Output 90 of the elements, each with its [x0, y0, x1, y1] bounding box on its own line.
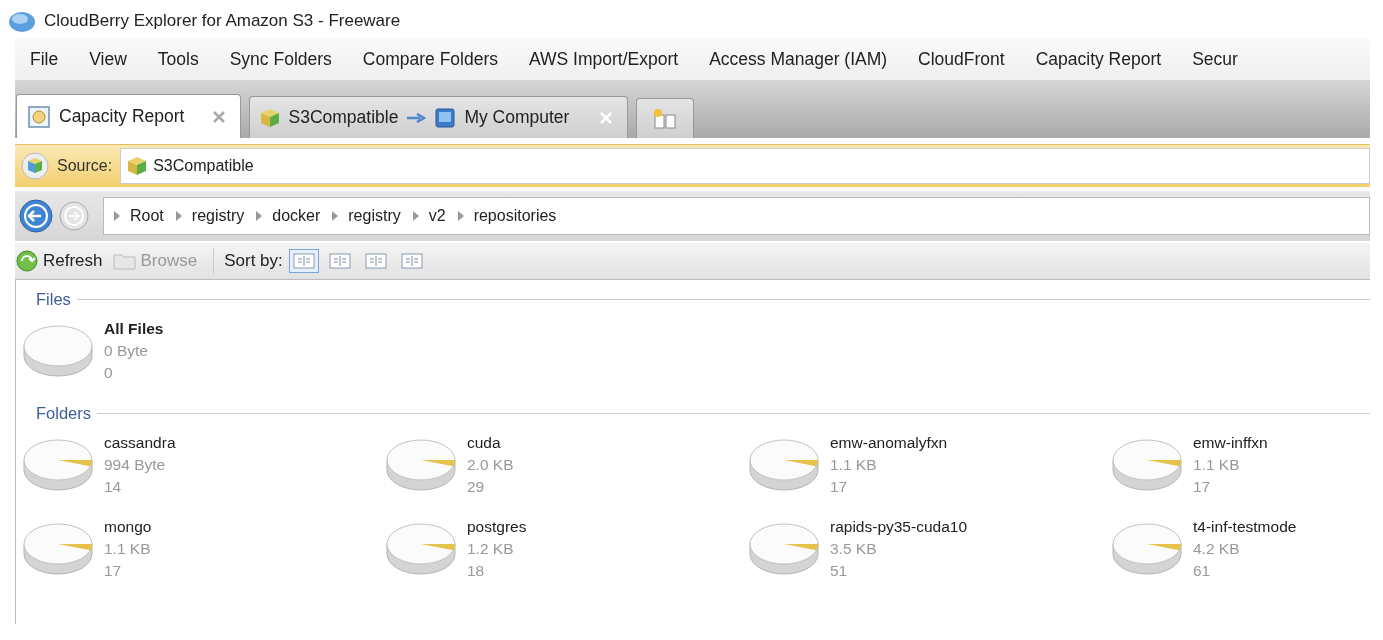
close-icon: [599, 110, 614, 125]
window-title: CloudBerry Explorer for Amazon S3 - Freeware: [44, 11, 401, 31]
triangle-right-icon[interactable]: [457, 211, 464, 221]
breadcrumb-item[interactable]: repositories: [469, 207, 563, 225]
item-size: 994 Byte: [104, 455, 167, 475]
item-size: 3.5 KB: [830, 539, 878, 559]
breadcrumb-item[interactable]: docker: [268, 207, 327, 225]
breadcrumb-item[interactable]: Root: [126, 207, 170, 225]
item-count: 0: [104, 363, 114, 383]
item-size: 2.0 KB: [467, 455, 514, 475]
menu-item[interactable]: Access Manager (IAM): [693, 48, 903, 70]
item-count: 17: [830, 477, 849, 497]
item-size: 4.2 KB: [1193, 539, 1241, 559]
menu-item[interactable]: File: [15, 48, 74, 70]
item-count: 17: [104, 561, 123, 581]
pie-chart-icon: [748, 522, 820, 576]
tab[interactable]: S3Compatible My Computer: [249, 96, 629, 138]
menu-item[interactable]: Secur: [1176, 48, 1253, 70]
item-size: 1.1 KB: [104, 539, 152, 559]
item-name: mongo: [104, 517, 152, 537]
new-tab-icon[interactable]: [652, 107, 679, 130]
item-name: emw-anomalyfxn: [830, 433, 948, 453]
sort-button[interactable]: [288, 249, 319, 273]
sort-icon: [400, 252, 423, 270]
item-count: 51: [830, 561, 849, 581]
tab-label: Capacity Report: [59, 106, 185, 127]
pie-chart-icon: [22, 438, 94, 492]
report-icon: [27, 104, 51, 129]
item-size: 1.1 KB: [830, 455, 878, 475]
sort-icon: [364, 252, 387, 270]
item-count: 17: [1193, 477, 1212, 497]
menu-item[interactable]: AWS Import/Export: [513, 48, 694, 70]
menu-item[interactable]: Sync Folders: [213, 48, 347, 70]
tab[interactable]: Capacity Report: [16, 94, 242, 138]
computer-icon: [434, 106, 457, 129]
menu-item[interactable]: Capacity Report: [1019, 48, 1177, 70]
refresh-button[interactable]: Refresh: [15, 249, 109, 273]
refresh-icon: [15, 249, 39, 273]
pie-chart-icon: [22, 324, 94, 378]
item-name: t4-inf-testmode: [1193, 517, 1297, 537]
tab-label: S3Compatible: [288, 107, 399, 128]
breadcrumb-item[interactable]: v2: [424, 207, 452, 225]
section-heading: Files: [36, 289, 71, 309]
triangle-right-icon[interactable]: [256, 211, 263, 221]
item-size: 1.1 KB: [1193, 455, 1241, 475]
pie-chart-icon: [22, 522, 94, 576]
item-name: postgres: [467, 517, 527, 537]
menu-item[interactable]: Tools: [141, 48, 214, 70]
menu-item[interactable]: View: [73, 48, 142, 70]
cloud-icon: [8, 9, 36, 33]
close-icon: [212, 109, 227, 124]
item-size: 0 Byte: [104, 341, 149, 361]
item-name: emw-inffxn: [1193, 433, 1268, 453]
tab-label: My Computer: [464, 107, 570, 128]
source-label: Source:: [57, 157, 113, 175]
item-count: 29: [467, 477, 486, 497]
source-icon: [21, 152, 49, 180]
item-size: 1.2 KB: [467, 539, 515, 559]
breadcrumb-item[interactable]: registry: [344, 207, 407, 225]
section-heading: Folders: [36, 403, 92, 423]
source-field[interactable]: S3Compatible: [120, 148, 1370, 184]
arrow-right-icon: [406, 112, 427, 123]
item-name: rapids-py35-cuda10: [830, 517, 967, 537]
item-count: 18: [467, 561, 486, 581]
forward-button[interactable]: [59, 201, 89, 231]
folder-icon: [112, 251, 137, 271]
bucket-icon: [127, 156, 148, 176]
pie-chart-icon: [385, 522, 457, 576]
triangle-right-icon[interactable]: [114, 211, 120, 221]
pie-chart-icon: [748, 438, 820, 492]
item-name: cassandra: [104, 433, 176, 453]
sort-label: Sort by:: [224, 251, 283, 271]
item-name: cuda: [467, 433, 502, 453]
menu-item[interactable]: Compare Folders: [346, 48, 513, 70]
pie-chart-icon: [1111, 438, 1183, 492]
pie-chart-icon: [1111, 522, 1183, 576]
sort-icon: [292, 252, 315, 270]
new-tab-button[interactable]: [636, 98, 695, 138]
sort-icon: [328, 252, 351, 270]
pie-chart-icon: [385, 438, 457, 492]
back-button[interactable]: [19, 199, 53, 233]
triangle-right-icon[interactable]: [412, 211, 419, 221]
bucket-icon: [260, 107, 281, 128]
item-count: 61: [1193, 561, 1212, 581]
item-count: 14: [104, 477, 123, 497]
triangle-right-icon[interactable]: [332, 211, 339, 221]
item-name: All Files: [104, 319, 164, 339]
triangle-right-icon[interactable]: [175, 211, 182, 221]
menu-item[interactable]: CloudFront: [902, 48, 1020, 70]
breadcrumb-item[interactable]: registry: [187, 207, 251, 225]
